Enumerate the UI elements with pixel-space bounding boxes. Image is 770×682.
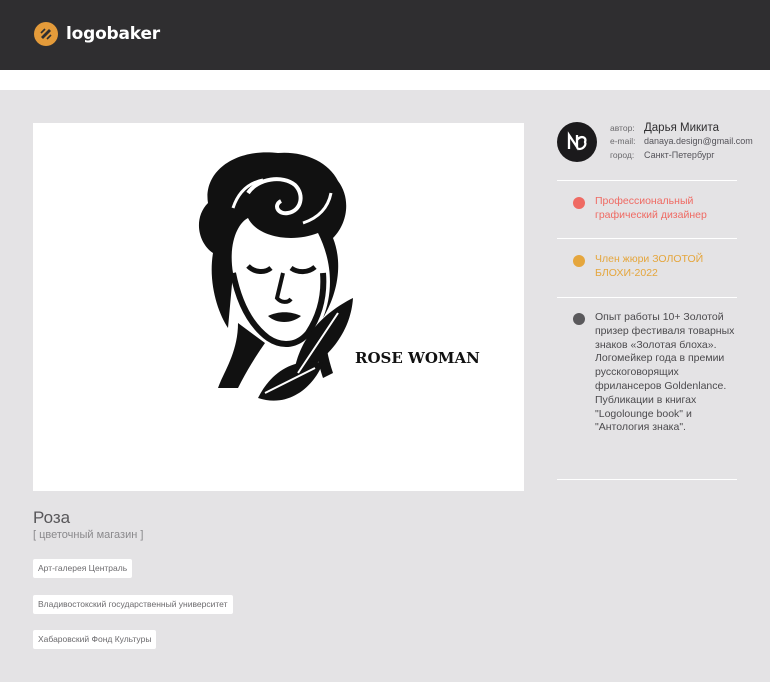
tag-chip[interactable]: Арт-галерея Централь bbox=[33, 559, 133, 578]
brand-logo[interactable]: logobaker bbox=[34, 22, 160, 46]
divider bbox=[557, 479, 737, 480]
divider bbox=[557, 297, 737, 298]
achievement-item: Профессиональный графический дизайнер bbox=[573, 195, 745, 223]
logobaker-logo-icon bbox=[34, 22, 58, 46]
image-caption-text: ROSE WOMAN bbox=[355, 349, 480, 367]
rose-woman-logo-image: ROSE WOMAN bbox=[198, 152, 480, 401]
achievement-item: Член жюри ЗОЛОТОЙ БЛОХИ-2022 bbox=[573, 253, 745, 281]
divider bbox=[557, 180, 737, 181]
achievement-item: Опыт работы 10+ Золотой призер фестиваля… bbox=[573, 311, 745, 435]
work-title: Роза bbox=[33, 508, 71, 527]
achievement-text: Опыт работы 10+ Золотой призер фестиваля… bbox=[595, 311, 735, 434]
city-label: город: bbox=[610, 150, 635, 160]
monogram-icon bbox=[567, 131, 587, 151]
author-info: автор: Дарья Микита e-mail: danaya.desig… bbox=[610, 122, 753, 164]
author-name[interactable]: Дарья Микита bbox=[644, 122, 719, 134]
list-icon bbox=[573, 313, 585, 325]
email-label: e-mail: bbox=[610, 136, 636, 146]
author-avatar[interactable] bbox=[557, 122, 597, 162]
author-label: автор: bbox=[610, 123, 635, 133]
flame-icon bbox=[573, 197, 585, 209]
tag-chip[interactable]: Владивостокский государственный универси… bbox=[33, 595, 233, 614]
author-city: Санкт-Петербург bbox=[644, 150, 715, 160]
divider bbox=[557, 238, 737, 239]
star-icon bbox=[573, 255, 585, 267]
achievement-text: Член жюри ЗОЛОТОЙ БЛОХИ-2022 bbox=[595, 253, 704, 279]
brand-name: logobaker bbox=[66, 24, 160, 44]
top-header: logobaker bbox=[0, 0, 770, 70]
author-email[interactable]: danaya.design@gmail.com bbox=[644, 136, 753, 146]
logo-artwork[interactable]: ROSE WOMAN bbox=[33, 123, 524, 491]
achievement-text: Профессиональный графический дизайнер bbox=[595, 195, 707, 221]
work-subtitle: [ цветочный магазин ] bbox=[33, 529, 144, 541]
tag-chip[interactable]: Хабаровский Фонд Культуры bbox=[33, 630, 157, 649]
